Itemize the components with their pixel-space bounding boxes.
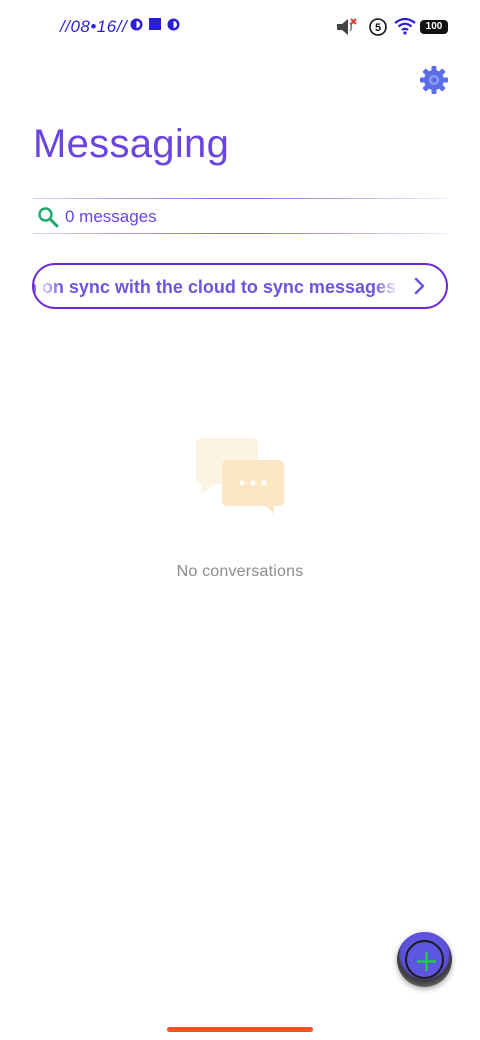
sync-banner-text-wrap: Turn on sync with the cloud to sync mess… bbox=[34, 277, 396, 298]
sync-fade-left bbox=[36, 267, 62, 305]
circle-half-icon bbox=[130, 18, 143, 31]
search-icon bbox=[38, 207, 59, 228]
square-icon bbox=[149, 18, 161, 30]
fab-inner bbox=[405, 940, 444, 979]
sim-badge-text: 5 bbox=[375, 22, 381, 34]
status-bar: //08•16// 5 100 bbox=[0, 0, 480, 56]
circle-half-icon bbox=[167, 18, 180, 31]
gear-icon bbox=[420, 66, 448, 94]
search-divider-top bbox=[33, 198, 447, 199]
home-indicator[interactable] bbox=[167, 1027, 313, 1032]
plus-icon bbox=[416, 951, 437, 972]
wifi-icon bbox=[394, 17, 416, 35]
status-time: //08•16// bbox=[60, 17, 128, 36]
page-title: Messaging bbox=[33, 122, 230, 166]
muted-speaker-icon bbox=[337, 18, 357, 35]
new-conversation-button[interactable] bbox=[397, 932, 452, 987]
search-bar[interactable]: 0 messages bbox=[33, 198, 447, 235]
empty-state-text: No conversations bbox=[176, 563, 304, 580]
sim-5-icon: 5 bbox=[369, 18, 387, 36]
settings-button[interactable] bbox=[418, 64, 450, 96]
sync-fade-right bbox=[374, 267, 400, 305]
chat-bubbles-icon bbox=[196, 438, 284, 514]
sync-banner-text: Turn on sync with the cloud to sync mess… bbox=[34, 277, 396, 297]
battery-icon: 100 bbox=[420, 20, 448, 34]
search-label: 0 messages bbox=[65, 207, 157, 226]
messaging-screen: //08•16// 5 100 Messaging 0 messages Tur… bbox=[0, 0, 480, 1040]
chevron-right-icon bbox=[414, 277, 425, 295]
cloud-sync-banner[interactable]: Turn on sync with the cloud to sync mess… bbox=[32, 263, 448, 309]
search-divider-bottom bbox=[33, 233, 447, 234]
